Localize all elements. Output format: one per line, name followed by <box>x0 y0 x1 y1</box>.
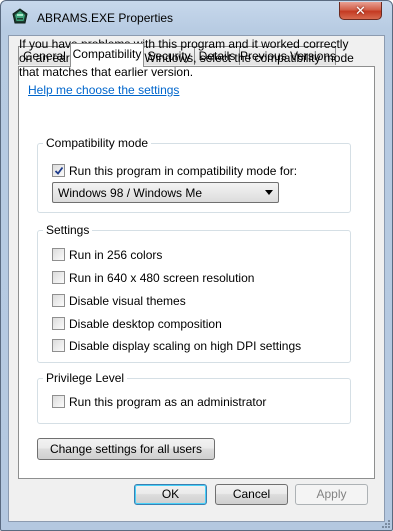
button-label: Apply <box>316 487 347 501</box>
checkbox-label: Disable display scaling on high DPI sett… <box>69 339 302 353</box>
dropdown-value: Windows 98 / Windows Me <box>58 186 203 200</box>
button-label: Change settings for all users <box>49 442 203 456</box>
checkbox-label: Run in 640 x 480 screen resolution <box>69 271 255 285</box>
checkbox[interactable] <box>52 317 65 330</box>
checkbox-label: Disable visual themes <box>69 294 186 308</box>
checkbox[interactable] <box>52 248 65 261</box>
apply-button[interactable]: Apply <box>295 484 368 505</box>
group-legend: Compatibility mode <box>43 136 152 150</box>
properties-window: ABRAMS.EXE Properties ✕ General Compatib… <box>0 0 393 531</box>
close-button[interactable]: ✕ <box>339 2 382 20</box>
checkbox[interactable] <box>52 271 65 284</box>
tab-label: Compatibility <box>72 47 142 61</box>
button-label: Cancel <box>232 487 271 501</box>
tab-compatibility[interactable]: Compatibility <box>70 43 144 67</box>
close-icon: ✕ <box>355 3 366 18</box>
checkbox[interactable] <box>52 294 65 307</box>
ok-button[interactable]: OK <box>134 484 207 505</box>
help-link[interactable]: Help me choose the settings <box>28 83 179 97</box>
os-version-dropdown[interactable]: Windows 98 / Windows Me <box>52 182 279 203</box>
cancel-button[interactable]: Cancel <box>215 484 288 505</box>
checkbox-label: Run this program in compatibility mode f… <box>69 164 298 178</box>
change-settings-all-users-button[interactable]: Change settings for all users <box>37 438 215 460</box>
compat-mode-checkbox[interactable] <box>52 164 65 177</box>
group-legend: Privilege Level <box>43 371 128 385</box>
window-title: ABRAMS.EXE Properties <box>37 11 174 25</box>
checkbox-label: Run this program as an administrator <box>69 395 267 409</box>
checkbox-label: Run in 256 colors <box>69 248 163 262</box>
checkbox[interactable] <box>52 339 65 352</box>
group-legend: Settings <box>43 223 93 237</box>
title-bar[interactable]: ABRAMS.EXE Properties ✕ <box>1 1 392 35</box>
checkbox-label: Disable desktop composition <box>69 317 222 331</box>
button-label: OK <box>161 487 180 501</box>
checkmark-icon <box>54 166 64 175</box>
run-as-admin-checkbox[interactable] <box>52 395 65 408</box>
app-icon <box>12 8 28 26</box>
resize-grip-icon[interactable] <box>381 519 391 529</box>
chevron-down-icon <box>265 190 273 195</box>
